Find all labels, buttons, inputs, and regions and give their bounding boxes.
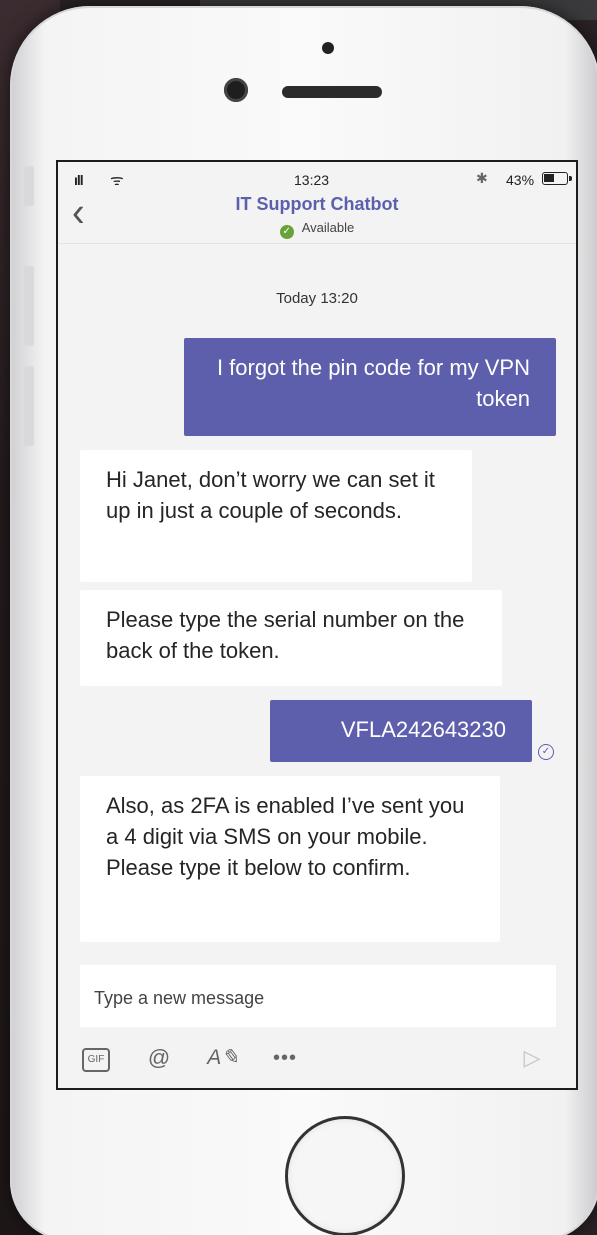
battery-percent: 43%: [506, 172, 535, 188]
status-time: 13:23: [294, 172, 330, 188]
message-bubble-bot[interactable]: Please type the serial number on the bac…: [80, 590, 502, 686]
front-camera: [224, 78, 248, 102]
volume-up-button: [24, 266, 34, 346]
volume-down-button: [24, 366, 34, 446]
more-options-icon[interactable]: •••: [268, 1044, 302, 1072]
battery-tip: [569, 176, 572, 181]
message-input[interactable]: [94, 983, 534, 1013]
chat-title[interactable]: IT Support Chatbot: [58, 194, 576, 215]
compose-toolbar: GIF @ A✎ ••• ▷: [58, 1038, 576, 1082]
wifi-icon: ᯤ: [110, 172, 124, 189]
message-bubble-bot[interactable]: Hi Janet, don’t worry we can set it up i…: [80, 450, 472, 582]
mention-icon[interactable]: @: [144, 1044, 174, 1072]
chat-header: ‹ IT Support Chatbot ✓ Available: [58, 192, 576, 244]
signal-icon: ıll: [74, 172, 84, 188]
available-icon: ✓: [279, 225, 294, 239]
compose-box: [80, 965, 556, 1027]
battery-icon: [542, 172, 568, 185]
presence-status: ✓ Available: [58, 220, 576, 239]
conversation-timestamp: Today 13:20: [276, 290, 358, 307]
bluetooth-icon: ✱: [476, 170, 488, 186]
message-bubble-bot[interactable]: Also, as 2FA is enabled I’ve sent you a …: [80, 776, 500, 942]
proximity-sensor: [322, 42, 334, 54]
send-icon[interactable]: ▷: [514, 1044, 550, 1072]
earpiece-speaker: [282, 86, 382, 98]
message-bubble-user[interactable]: I forgot the pin code for my VPN token: [184, 338, 556, 436]
phone-screen: ıll ᯤ 13:23 ✱ 43% ‹ IT Support Chatbot ✓…: [56, 160, 578, 1090]
status-bar: ıll ᯤ 13:23 ✱ 43%: [58, 162, 576, 196]
mute-switch: [24, 166, 34, 206]
read-receipt-icon: ✓: [538, 744, 554, 760]
home-button[interactable]: [285, 1116, 405, 1235]
gif-icon[interactable]: GIF: [82, 1048, 110, 1072]
message-bubble-user[interactable]: VFLA242643230: [270, 700, 532, 762]
presence-label: Available: [301, 220, 355, 235]
format-icon[interactable]: A✎: [206, 1044, 240, 1072]
